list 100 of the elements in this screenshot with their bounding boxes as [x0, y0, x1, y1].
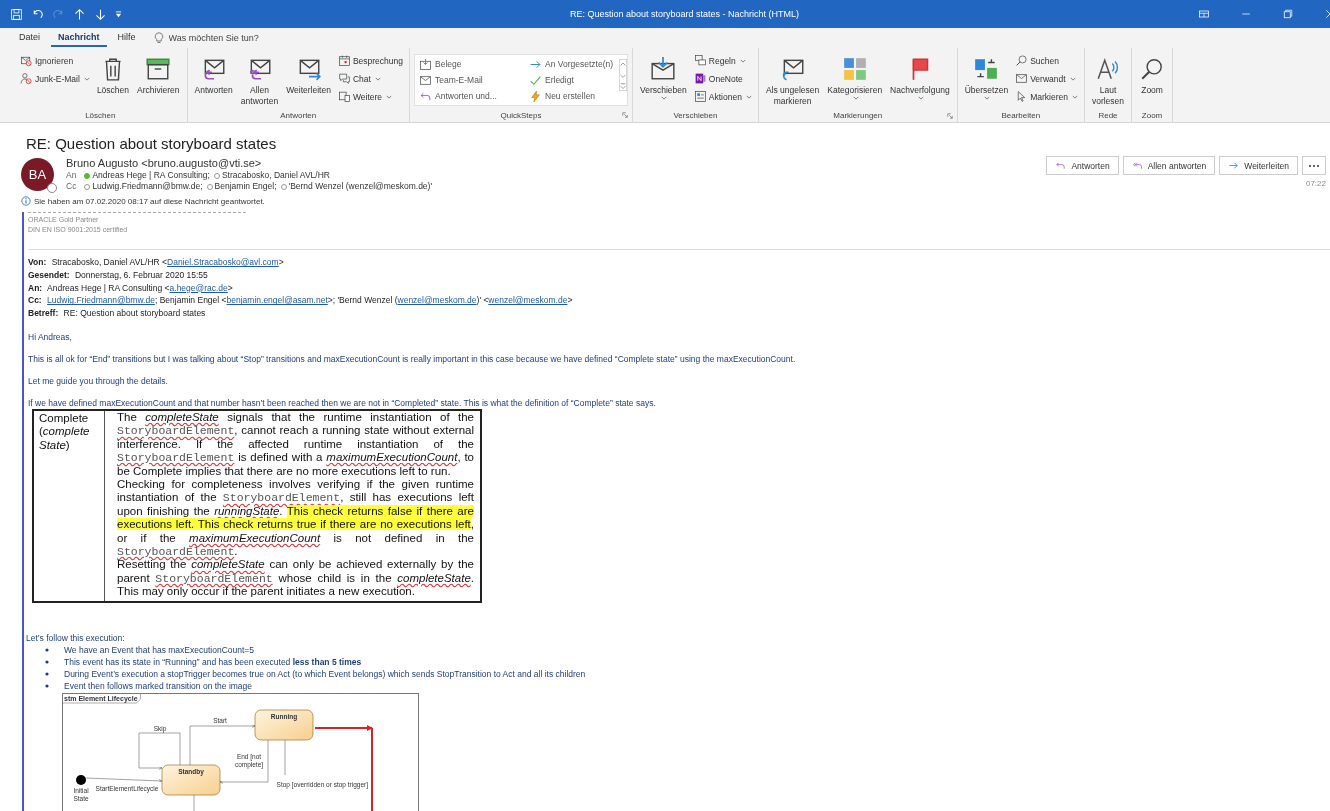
- save-icon[interactable]: [10, 7, 23, 21]
- envelope-icon: [419, 73, 432, 87]
- header-text: )' <: [476, 295, 489, 306]
- field-label: Cc:: [28, 295, 42, 306]
- header-text: Donnerstag, 6. Februar 2020 15:55: [74, 269, 208, 280]
- sender-name: Bruno Augusto <bruno.augusto@vti.se>: [66, 156, 263, 170]
- bolt-icon: [529, 89, 542, 103]
- message-action-button[interactable]: Weiterleiten: [1219, 156, 1298, 175]
- recipient-label: Cc: [66, 181, 77, 192]
- recipient-name[interactable]: 'Bernd Wenzel (wenzel@meskom.de)': [288, 181, 433, 192]
- bullet-text: During Event’s execution a stopTrigger becomes true on Act (to which Event belongs) which sends StopTransition to Act and all its children: [64, 667, 586, 680]
- quickstep-item[interactable]: An Vorgesetzte(n): [527, 56, 617, 72]
- ribbon-button[interactable]: Ignorieren: [18, 52, 92, 69]
- ribbon-button[interactable]: Antworten: [191, 52, 236, 98]
- ribbon-button[interactable]: Chat: [335, 70, 405, 87]
- ribbon-button[interactable]: Als ungelesen markieren: [762, 52, 823, 109]
- ribbon-button[interactable]: Junk-E-Mail: [18, 70, 92, 87]
- ribbon-button[interactable]: Verschieben: [637, 52, 690, 102]
- body-paragraph: If we have defined maxExecutionCount and that number hasn’t been reached then we are not in “Completed” state. This is what the definition of “Complete” state says.: [28, 398, 657, 408]
- ribbon-button[interactable]: Allen antworten: [237, 52, 282, 109]
- email-link[interactable]: benjamin.engel@asam.net: [226, 295, 328, 306]
- quickstep-item[interactable]: Neu erstellen: [527, 88, 617, 104]
- ribbon-button[interactable]: Übersetzen: [961, 52, 1012, 102]
- ribbon-button[interactable]: Markieren: [1013, 88, 1080, 105]
- field-label: Von:: [28, 257, 47, 267]
- categories-icon: [841, 56, 868, 82]
- header-text: >: [278, 257, 284, 267]
- dropdown-caret-icon: [661, 96, 668, 100]
- ribbon-button[interactable]: Weiterleiten: [283, 52, 334, 98]
- bullet-icon: [45, 683, 49, 688]
- email-link[interactable]: Daniel.Stracabosko@avl.com: [167, 257, 279, 267]
- ribbon-button[interactable]: OneNote: [691, 70, 754, 87]
- ribbon-display-icon[interactable]: [1198, 8, 1210, 20]
- reply-arrow-icon: [1055, 160, 1067, 171]
- dialog-launcher-icon[interactable]: [622, 112, 628, 118]
- recipient-name[interactable]: Ludwig.Friedmann@bmw.de;: [92, 181, 203, 192]
- group-label: Rede: [1098, 111, 1118, 120]
- notebook-icon: [693, 72, 707, 85]
- ribbon-button[interactable]: Nachverfolgung: [887, 52, 953, 102]
- header-text: >: [227, 282, 233, 293]
- quickstep-item[interactable]: Team-E-Mail: [417, 72, 527, 88]
- ribbon-button[interactable]: Aktionen: [691, 88, 754, 105]
- junk-icon: [20, 72, 33, 85]
- info-message: Sie haben am 07.02.2020 08:17 auf diese Nachricht geantwortet.: [34, 196, 265, 206]
- body-paragraph: Hi Andreas,: [28, 332, 73, 342]
- recipient-name[interactable]: Stracabosko, Daniel AVL/HR: [221, 170, 330, 181]
- dropdown-caret-icon: [984, 96, 991, 100]
- header-text: Andreas Hege | RA Consulting <: [47, 282, 170, 293]
- tell-me-field[interactable]: Was möchten Sie tun?: [152, 32, 289, 44]
- quickstep-item[interactable]: Antworten und...: [417, 88, 527, 104]
- email-link[interactable]: Ludwig.Friedmann@bmw.de: [47, 295, 155, 306]
- ignore-icon: [20, 54, 33, 67]
- ribbon-button[interactable]: Zoom: [1136, 52, 1169, 98]
- dialog-launcher-icon[interactable]: [946, 113, 953, 119]
- email-link[interactable]: wenzel@meskom.de: [488, 295, 568, 306]
- ribbon-button[interactable]: Verwandt: [1013, 70, 1080, 87]
- menu-tab[interactable]: Hilfe: [110, 29, 143, 47]
- bullet-text: This event has its state in “Running” and has been executed less than 5 times: [64, 655, 362, 668]
- undo-icon[interactable]: [31, 7, 44, 21]
- menu-tab[interactable]: Datei: [12, 29, 47, 47]
- ribbon-button[interactable]: Archivieren: [134, 52, 183, 98]
- header-text: ; Benjamin Engel <: [154, 295, 227, 306]
- ribbon-button[interactable]: Regeln: [691, 52, 754, 69]
- group-label: QuickSteps: [500, 110, 542, 120]
- sender-avatar: BA: [21, 158, 54, 191]
- move-icon: [650, 56, 677, 82]
- recipient-name[interactable]: Andreas Hege | RA Consulting;: [92, 170, 210, 181]
- down-arrow-icon[interactable]: [94, 7, 107, 21]
- email-link[interactable]: a.hege@rac.de: [169, 282, 228, 293]
- presence-icon: [47, 183, 57, 193]
- search-icon: [1015, 54, 1029, 67]
- customize-icon[interactable]: [115, 10, 122, 18]
- ribbon-button[interactable]: Laut vorlesen: [1088, 52, 1128, 109]
- bullet-text: Event then follows marked transition on the image: [64, 679, 253, 692]
- more-button[interactable]: [1302, 156, 1326, 175]
- restore-icon[interactable]: [1282, 8, 1294, 20]
- archive-icon: [145, 56, 172, 82]
- recipient-name[interactable]: Benjamin Engel;: [214, 181, 277, 192]
- group-label: Antworten: [280, 111, 317, 120]
- dropdown-caret-icon: [745, 94, 752, 99]
- ribbon-button[interactable]: Suchen: [1013, 52, 1080, 69]
- actions-icon: [693, 90, 707, 103]
- message-action-button[interactable]: Allen antworten: [1122, 156, 1216, 175]
- message-action-button[interactable]: Antworten: [1046, 156, 1119, 175]
- dropdown-caret-icon: [1069, 76, 1076, 81]
- quickstep-item[interactable]: Erledigt: [527, 72, 617, 88]
- sound-waves-icon: [1095, 56, 1121, 82]
- quickstep-item[interactable]: Belege: [417, 56, 527, 72]
- up-arrow-icon[interactable]: [73, 7, 86, 21]
- dropdown-caret-icon: [83, 76, 90, 81]
- ribbon-button[interactable]: Löschen: [93, 52, 132, 98]
- group-label: Löschen: [85, 110, 116, 120]
- ribbon-button[interactable]: Kategorisieren: [824, 52, 886, 102]
- field-label: An:: [28, 282, 43, 293]
- dropdown-caret-icon: [917, 96, 924, 100]
- body-paragraph: Let me guide you through the details.: [28, 376, 169, 386]
- ribbon-button[interactable]: Weitere: [335, 88, 405, 105]
- group-label: Verschieben: [673, 110, 718, 120]
- ribbon-button[interactable]: Besprechung: [335, 52, 405, 69]
- backall-icon: [1131, 160, 1143, 171]
